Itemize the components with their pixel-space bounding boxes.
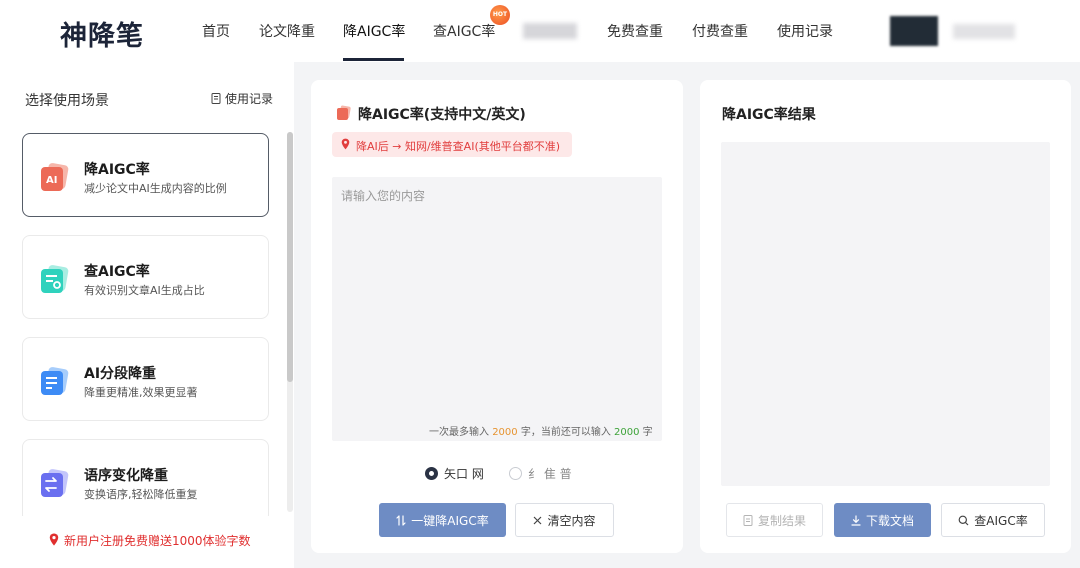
top-nav-bar: 神降笔 首页 论文降重 降AIGC率 查AIGC率 HOT 免费查重 付费查重 … <box>0 0 1080 62</box>
clear-content-button[interactable]: 清空内容 <box>515 503 614 537</box>
radio-cnki-label: 矢口 网 <box>444 467 484 481</box>
nav-usage-record[interactable]: 使用记录 <box>777 0 833 62</box>
card-title: 查AIGC率 <box>84 264 150 280</box>
nav-home[interactable]: 首页 <box>202 0 230 62</box>
nav-check-aigc[interactable]: 查AIGC率 <box>433 0 496 62</box>
check-aigc-button-label: 查AIGC率 <box>974 513 1028 528</box>
nav-check-aigc-label: 查AIGC率 <box>433 24 496 40</box>
scenario-card-reorder-rewrite[interactable]: 语序变化降重 变换语序,轻松降低重复 <box>22 439 269 523</box>
warning-text: 降AI后 → 知网/维普查AI(其他平台都不准) <box>356 140 561 153</box>
hot-badge: HOT <box>490 5 510 25</box>
content-input[interactable] <box>332 177 662 441</box>
nav-reduce-aigc-label: 降AIGC率 <box>343 24 406 40</box>
close-icon <box>534 516 542 524</box>
nav-paid-check-label: 付费查重 <box>692 24 748 40</box>
location-pin-icon <box>49 533 59 546</box>
counter-max: 2000 <box>492 427 518 438</box>
card-title: AI分段降重 <box>84 366 157 382</box>
scenario-card-segment-rewrite[interactable]: AI分段降重 降重更精准,效果更显著 <box>22 337 269 421</box>
result-panel-title: 降AIGC率结果 <box>722 107 816 123</box>
search-icon <box>958 515 969 525</box>
input-panel: 降AIGC率(支持中文/英文) 降AI后 → 知网/维普查AI(其他平台都不准)… <box>311 80 683 553</box>
card-title: 语序变化降重 <box>84 468 168 484</box>
sidebar-record-label: 使用记录 <box>225 92 274 106</box>
svg-text:AI: AI <box>46 175 57 186</box>
radio-vip-label: 纟 隹 普 <box>528 467 572 481</box>
sidebar-scrollbar-thumb[interactable] <box>287 132 293 382</box>
counter-remaining: 2000 <box>614 427 640 438</box>
download-icon <box>851 514 861 526</box>
scenario-card-check-aigc[interactable]: 查AIGC率 有效识别文章AI生成占比 <box>22 235 269 319</box>
result-panel: 降AIGC率结果 复制结果 下载文档 查AIGC率 <box>700 80 1071 553</box>
nav-home-label: 首页 <box>202 24 230 40</box>
copy-document-icon <box>743 514 753 526</box>
reduce-aigc-button-label: 一键降AIGC率 <box>411 513 489 528</box>
result-output[interactable] <box>721 142 1050 486</box>
check-aigc-button[interactable]: 查AIGC率 <box>941 503 1045 537</box>
nav-free-check[interactable]: 免费查重 <box>607 0 663 62</box>
card-desc: 降重更精准,效果更显著 <box>84 386 198 399</box>
download-document-button[interactable]: 下载文档 <box>834 503 931 537</box>
blurred-nav-item[interactable] <box>523 23 577 39</box>
reorder-icon <box>41 469 69 497</box>
promo-banner[interactable]: 新用户注册免费赠送1000体验字数 <box>0 516 294 568</box>
card-desc: 减少论文中AI生成内容的比例 <box>84 182 227 195</box>
nav-usage-record-label: 使用记录 <box>777 24 833 40</box>
ai-reduce-icon <box>337 105 351 120</box>
radio-vip[interactable]: 纟 隹 普 <box>509 465 572 482</box>
nav-free-check-label: 免费查重 <box>607 24 663 40</box>
blurred-username[interactable] <box>953 24 1015 39</box>
sidebar-record-link[interactable]: 使用记录 <box>211 90 273 107</box>
document-icon <box>211 93 221 104</box>
radio-checked-indicator[interactable] <box>425 467 438 480</box>
card-desc: 变换语序,轻松降低重复 <box>84 488 198 501</box>
scenario-sidebar: 选择使用场景 使用记录 AI 降AIGC率 减少论文中AI生成内容的比例 查AI… <box>0 62 294 568</box>
card-title: 降AIGC率 <box>84 162 150 178</box>
nav-paper-rewrite-label: 论文降重 <box>259 24 315 40</box>
counter-prefix: 一次最多输入 <box>429 427 489 438</box>
nav-paper-rewrite[interactable]: 论文降重 <box>259 0 315 62</box>
card-desc: 有效识别文章AI生成占比 <box>84 284 205 297</box>
user-avatar[interactable] <box>890 16 938 46</box>
input-panel-title: 降AIGC率(支持中文/英文) <box>358 107 526 123</box>
nav-paid-check[interactable]: 付费查重 <box>692 0 748 62</box>
char-counter: 一次最多输入 2000 字，当前还可以输入 2000 字 <box>429 423 653 438</box>
ai-reduce-icon: AI <box>41 163 69 191</box>
active-tab-indicator <box>343 58 404 61</box>
logo[interactable]: 神降笔 <box>60 14 144 53</box>
scenario-card-reduce-aigc[interactable]: AI 降AIGC率 减少论文中AI生成内容的比例 <box>22 133 269 217</box>
segment-icon <box>41 367 69 395</box>
swap-arrows-icon <box>396 514 406 526</box>
clear-content-button-label: 清空内容 <box>547 513 596 528</box>
download-document-button-label: 下载文档 <box>865 513 914 528</box>
warning-banner: 降AI后 → 知网/维普查AI(其他平台都不准) <box>332 132 572 157</box>
radio-unchecked-indicator[interactable] <box>509 467 522 480</box>
copy-result-button[interactable]: 复制结果 <box>726 503 823 537</box>
sidebar-title: 选择使用场景 <box>25 93 109 109</box>
reduce-aigc-button[interactable]: 一键降AIGC率 <box>379 503 506 537</box>
counter-suffix: 字 <box>642 427 653 438</box>
radio-cnki[interactable]: 矢口 网 <box>425 465 484 482</box>
ai-check-icon <box>41 265 69 293</box>
promo-text: 新用户注册免费赠送1000体验字数 <box>64 534 251 548</box>
counter-mid: 字，当前还可以输入 <box>520 427 611 438</box>
copy-result-button-label: 复制结果 <box>757 513 806 528</box>
nav-reduce-aigc[interactable]: 降AIGC率 <box>343 0 406 62</box>
location-pin-icon <box>341 138 350 150</box>
